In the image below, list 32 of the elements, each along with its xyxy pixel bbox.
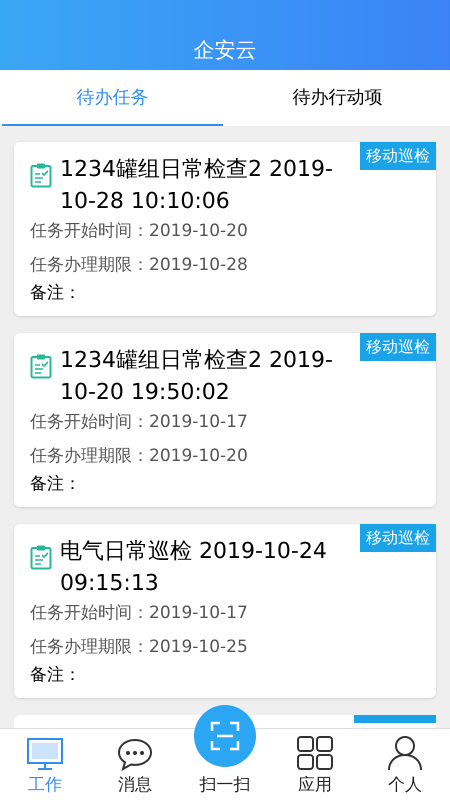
task-title: 1234罐组日常检查2 2019-10-28 10:10:06 — [60, 156, 334, 216]
task-title: 1234罐组日常检查2 2019-10-20 19:50:02 — [60, 347, 334, 407]
task-card[interactable]: 移动巡检 电气日常巡检 2019-10-24 09:15:13 任务开始时间：2019-10-17 任务办理期限：2019-10-25 备注： — [14, 524, 436, 698]
task-card[interactable]: 移动巡检 1234罐组日常检查2 2019-10-28 10:10:06 任务开始时间：2019-10-20 任务办理期限：2019-10-28 备注： — [14, 142, 436, 316]
monitor-icon — [26, 736, 64, 770]
note-label: 备注： — [30, 473, 82, 495]
nav-item[interactable]: 个人 — [360, 728, 450, 800]
start-time: 任务开始时间：2019-10-20 — [30, 220, 249, 243]
chat-icon — [117, 736, 153, 770]
clipboard-icon — [30, 544, 52, 570]
app-title: 企安云 — [194, 37, 256, 64]
category-tag: 移动巡检 — [360, 142, 436, 170]
note-label: 备注： — [30, 282, 82, 304]
nav-item[interactable]: 扫一扫 — [180, 704, 270, 800]
person-icon — [387, 734, 423, 770]
nav-item[interactable]: 应用 — [270, 728, 360, 800]
start-time: 任务开始时间：2019-10-17 — [30, 602, 249, 625]
start-time: 任务开始时间：2019-10-17 — [30, 411, 249, 434]
note-label: 备注： — [30, 664, 82, 686]
category-tag: 移动巡检 — [360, 333, 436, 361]
category-tag: 移动巡检 — [360, 524, 436, 552]
tab[interactable]: 待办行动项 — [227, 70, 448, 126]
deadline: 任务办理期限：2019-10-20 — [30, 445, 249, 468]
clipboard-icon — [30, 162, 52, 188]
nav-item[interactable]: 消息 — [90, 728, 180, 800]
task-title: 电气日常巡检 2019-10-24 09:15:13 — [60, 538, 328, 598]
task-card[interactable]: 移动巡检 1234罐组日常检查2 2019-10-20 19:50:02 任务开始时间：2019-10-17 任务办理期限：2019-10-20 备注： — [14, 333, 436, 507]
grid-icon — [296, 734, 334, 770]
clipboard-icon — [30, 353, 52, 379]
deadline: 任务办理期限：2019-10-25 — [30, 636, 249, 659]
deadline: 任务办理期限：2019-10-28 — [30, 254, 249, 277]
scan-icon — [210, 720, 240, 750]
